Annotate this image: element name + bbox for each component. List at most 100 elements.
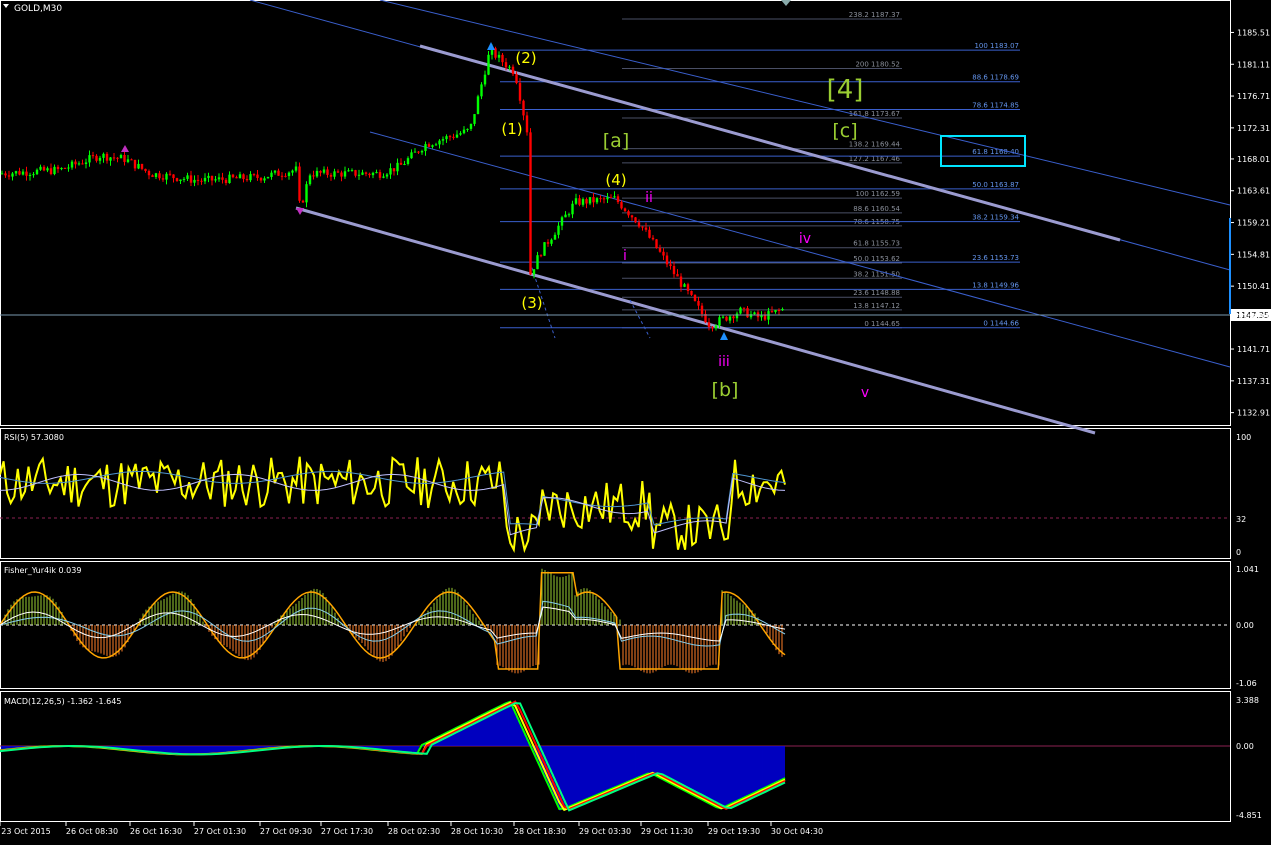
candle-body <box>168 173 172 175</box>
candle-body <box>133 159 137 169</box>
candle-body <box>438 140 441 145</box>
candle-body <box>329 174 333 177</box>
candle-body <box>0 173 4 175</box>
fisher-tick-top: 1.041 <box>1236 565 1259 574</box>
price-tick-label: 1154.81 <box>1237 250 1270 259</box>
time-tick-label: 27 Oct 17:30 <box>321 827 373 836</box>
candle-body <box>161 178 165 180</box>
candle-body <box>147 170 151 176</box>
macd-label: MACD(12,26,5) -1.362 -1.645 <box>4 697 121 706</box>
candle-body <box>382 176 385 178</box>
candle-body <box>361 172 364 175</box>
candle-body <box>186 175 189 179</box>
candle-body <box>182 178 186 180</box>
time-tick-label: 26 Oct 16:30 <box>130 827 182 836</box>
candle-body <box>462 129 466 134</box>
candle-body <box>252 174 256 176</box>
candle-body <box>686 284 690 291</box>
candle-body <box>546 242 550 244</box>
wave-label: [4] <box>827 75 864 105</box>
candle-body <box>665 255 669 265</box>
candle-body <box>375 172 378 174</box>
candle-body <box>399 162 403 165</box>
fib-secondary-label: 88.6 1178.69 <box>972 74 1019 82</box>
candle-body <box>130 159 133 161</box>
candle-body <box>434 144 438 146</box>
candle-body <box>42 166 46 171</box>
candle-body <box>242 174 245 180</box>
fib-primary-label: 38.2 1151.50 <box>853 270 900 278</box>
trading-chart[interactable]: GOLD,M30 238.2 1187.37 200 1180.52 161.8 1… <box>0 0 1271 845</box>
candle-body <box>56 166 60 170</box>
candle-body <box>196 179 200 181</box>
candle-body <box>336 171 340 173</box>
candle-body <box>340 172 343 177</box>
candle-body <box>200 180 203 182</box>
candle-body <box>707 322 711 327</box>
candle-body <box>578 198 581 205</box>
candle-body <box>410 152 413 159</box>
candle-body <box>735 313 739 319</box>
candle-body <box>403 163 406 165</box>
candle-body <box>203 177 207 182</box>
candle-body <box>287 172 291 177</box>
time-tick-label: 30 Oct 04:30 <box>771 827 823 836</box>
fib-secondary-label: 38.2 1159.34 <box>972 214 1019 222</box>
candle-body <box>319 170 322 173</box>
time-tick-label: 26 Oct 08:30 <box>66 827 118 836</box>
wave-label: iv <box>799 231 811 247</box>
price-tick-label: 1146.11 <box>1237 313 1270 322</box>
fib-secondary-label: 50.0 1163.87 <box>972 181 1019 189</box>
candle-body <box>420 151 424 153</box>
candle-body <box>406 158 410 164</box>
wave-label: [b] <box>712 379 739 401</box>
fib-primary-label: 61.8 1155.73 <box>853 240 900 248</box>
candle-body <box>459 133 462 135</box>
candle-body <box>109 157 112 161</box>
candle-body <box>781 308 784 311</box>
candle-body <box>119 154 123 159</box>
candle-body <box>424 144 427 152</box>
candle-body <box>683 284 686 287</box>
candle-body <box>711 326 714 329</box>
candle-body <box>574 198 578 204</box>
candle-body <box>392 168 396 172</box>
candle-body <box>46 168 49 171</box>
candle-body <box>693 294 697 301</box>
candle-body <box>105 153 109 161</box>
candle-body <box>284 175 287 177</box>
wave-label: (4) <box>605 171 626 189</box>
candle-body <box>333 171 336 177</box>
candle-body <box>11 173 14 177</box>
candle-body <box>263 178 266 181</box>
candle-body <box>266 176 270 179</box>
time-tick-label: 27 Oct 09:30 <box>260 827 312 836</box>
candle-body <box>522 100 525 116</box>
price-tick-label: 1141.71 <box>1237 345 1270 354</box>
candle-body <box>728 316 732 321</box>
candle-body <box>305 184 308 203</box>
time-tick-label: 28 Oct 10:30 <box>451 827 503 836</box>
wave-label: (3) <box>521 294 542 312</box>
macd-tick-top: 3.388 <box>1236 696 1259 705</box>
candle-body <box>452 136 455 138</box>
fib-secondary-label: 100 1183.07 <box>974 42 1019 50</box>
wave-label: v <box>861 385 869 401</box>
candle-body <box>74 161 77 165</box>
candle-body <box>70 161 74 168</box>
candle-body <box>364 172 368 174</box>
fisher-tick-zero: 0.00 <box>1236 621 1254 630</box>
candle-body <box>623 208 627 212</box>
candle-body <box>35 169 39 175</box>
candle-body <box>32 174 35 176</box>
candle-body <box>679 276 683 287</box>
candle-body <box>249 174 252 181</box>
candle-body <box>39 166 42 170</box>
candle-body <box>543 242 546 256</box>
candle-body <box>49 168 53 175</box>
candle-body <box>651 237 655 240</box>
macd-tick-bottom: -4.851 <box>1236 811 1262 820</box>
candle-body <box>312 175 315 177</box>
candle-body <box>259 177 263 181</box>
candle-body <box>371 172 375 176</box>
